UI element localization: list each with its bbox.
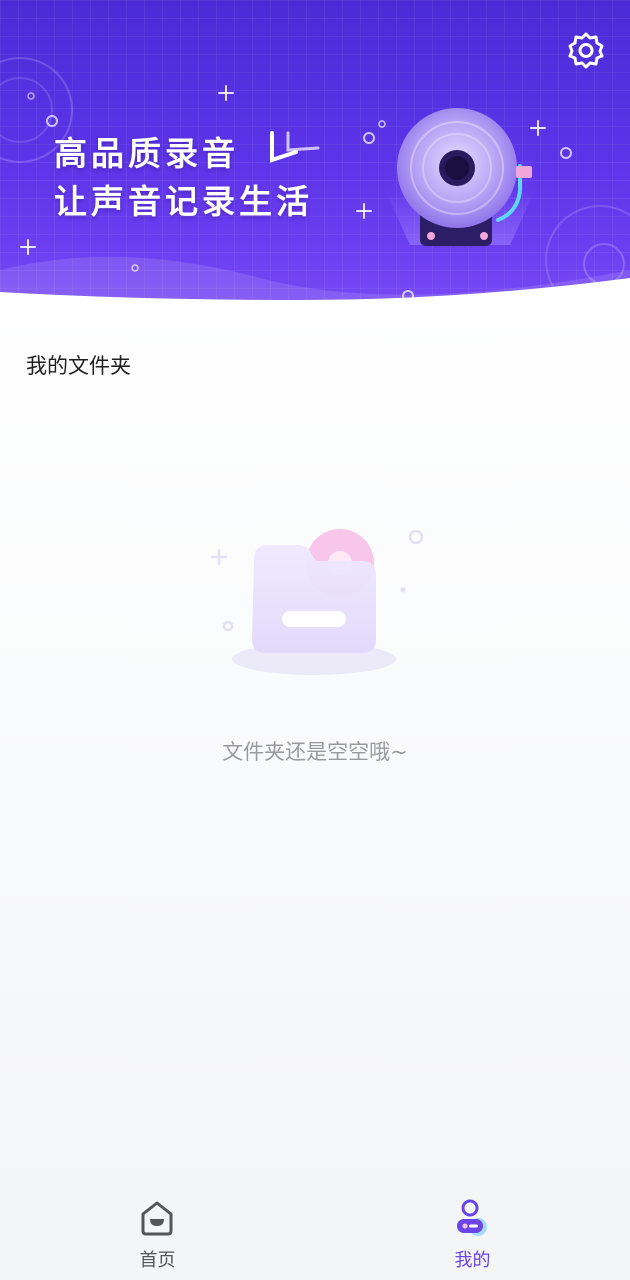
nav-tab-mine[interactable]: 我的 — [315, 1190, 630, 1280]
settings-button[interactable] — [566, 30, 606, 70]
empty-folder-icon — [210, 529, 424, 675]
nav-label-mine: 我的 — [454, 1250, 491, 1271]
nav-tab-home[interactable]: 首页 — [0, 1190, 315, 1280]
empty-folder-message: 文件夹还是空空哦~ — [222, 740, 408, 764]
nav-label-home: 首页 — [139, 1250, 176, 1271]
banner: 高品质录音 让声音记录生活 — [0, 0, 630, 320]
gear-icon — [568, 32, 604, 69]
folder-section-title: 我的文件夹 — [26, 354, 131, 378]
profile-icon — [457, 1199, 487, 1236]
bottom-nav: 首页 我的 — [0, 1190, 630, 1280]
page: 高品质录音 让声音记录生活 我的文件夹 文件夹还是空空哦~ 首页 我的 — [0, 0, 630, 1280]
banner-line-1: 高品质录音 — [54, 134, 239, 173]
banner-line-2: 让声音记录生活 — [54, 182, 313, 221]
banner-slogan: 高品质录音 让声音记录生活 — [54, 130, 313, 226]
home-icon — [141, 1201, 173, 1236]
